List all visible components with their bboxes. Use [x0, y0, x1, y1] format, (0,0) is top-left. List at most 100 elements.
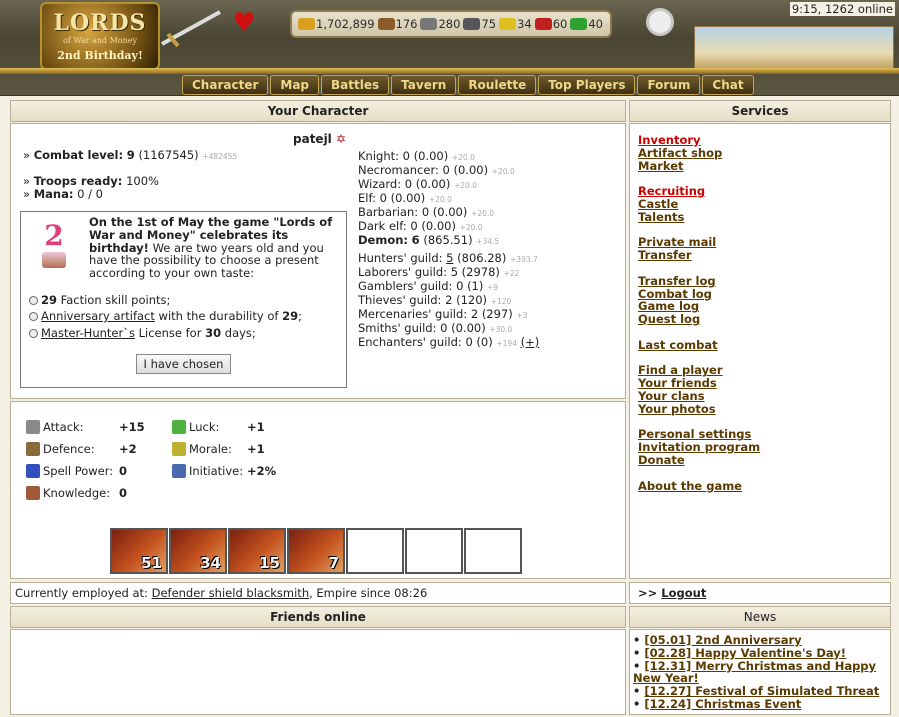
faction-row: Barbarian: 0 (0.00) +20.0	[358, 206, 515, 220]
i-have-chosen-button[interactable]: I have chosen	[136, 354, 231, 374]
army-unit-slot[interactable]: 7	[287, 528, 345, 574]
ore-icon	[420, 18, 438, 30]
faction-name: Necromancer:	[358, 163, 439, 177]
faction-name: Demon:	[358, 233, 409, 247]
resource-value: 280	[438, 17, 461, 31]
friends-online-panel	[10, 629, 626, 715]
service-link-transfer[interactable]: Transfer	[638, 249, 882, 262]
service-link-donate[interactable]: Donate	[638, 454, 882, 467]
news-link[interactable]: [12.31] Merry Christmas and Happy New Ye…	[633, 659, 876, 686]
logout-link[interactable]: Logout	[661, 586, 706, 600]
nav-top-players[interactable]: Top Players	[538, 75, 636, 95]
service-link-last-combat[interactable]: Last combat	[638, 338, 882, 352]
army-empty-slot	[405, 528, 463, 574]
service-link-artifact-shop[interactable]: Artifact shop	[638, 146, 882, 160]
main-nav: Character Map Battles Tavern Roulette Top Pla…	[182, 75, 754, 95]
radio-button[interactable]	[29, 329, 38, 338]
resource-item: 40	[570, 17, 603, 31]
service-link-transfer-log[interactable]: Transfer log	[638, 274, 882, 288]
enchant-add-link[interactable]: (+)	[521, 335, 540, 349]
ring-icon[interactable]	[646, 8, 674, 36]
service-link-about-the-game[interactable]: About the game	[638, 479, 882, 493]
nav-roulette[interactable]: Roulette	[458, 75, 537, 95]
gems-icon	[570, 18, 588, 30]
faction-name: Wizard:	[358, 177, 402, 191]
logo-birthday: 2nd Birthday!	[57, 49, 143, 62]
resource-item: 34	[499, 17, 532, 31]
character-name[interactable]: patejl	[293, 132, 332, 146]
guild-list: Hunters' guild: 5 (806.28) +393.7 Laborer…	[358, 252, 539, 350]
nav-tavern[interactable]: Tavern	[391, 75, 457, 95]
crystal-icon	[534, 18, 552, 30]
nav-map[interactable]: Map	[270, 75, 320, 95]
mercury-icon	[463, 18, 481, 30]
stat-value: +1	[247, 442, 265, 456]
service-link-inventory[interactable]: Inventory	[638, 134, 882, 147]
faction-value: 0 (0.00)	[404, 177, 451, 191]
faction-next: +20.0	[491, 167, 515, 176]
combat-level-label: Combat level:	[33, 148, 124, 162]
nav-character[interactable]: Character	[182, 75, 269, 95]
present-option-1[interactable]: 29 Faction skill points;	[29, 294, 170, 307]
guild-row: Enchanters' guild: 0 (0) +194 (+)	[358, 336, 539, 350]
employment-tail: , Empire since 08:26	[309, 586, 428, 600]
guild-name: Enchanters' guild:	[358, 335, 462, 349]
server-time-online: 9:15, 1262 online	[789, 2, 895, 16]
service-link-market[interactable]: Market	[638, 159, 882, 173]
guild-exp: (297)	[481, 307, 513, 321]
heart-icon[interactable]: ♥	[230, 10, 258, 36]
faction-row: Elf: 0 (0.00) +20.0	[358, 192, 515, 206]
news-link[interactable]: [12.24] Christmas Event	[644, 697, 801, 711]
service-link-invitation-program[interactable]: Invitation program	[638, 441, 882, 454]
army-unit-slot[interactable]: 34	[169, 528, 227, 574]
service-link-talents[interactable]: Talents	[638, 210, 882, 224]
guild-next: +393.7	[510, 255, 538, 264]
army-empty-slot	[464, 528, 522, 574]
stat-defence: Defence: +2	[26, 442, 137, 456]
option-value: 29	[282, 309, 299, 323]
guild-row: Laborers' guild: 5 (2978) +22	[358, 266, 539, 280]
combat-next: +482455	[202, 152, 238, 161]
unit-count: 51	[141, 554, 162, 572]
employment-label: Currently employed at:	[15, 586, 148, 600]
resource-item: 176	[377, 17, 417, 31]
guild-level[interactable]: 5	[446, 251, 453, 265]
faction-next: +20.0	[451, 153, 475, 162]
resource-value: 60	[552, 17, 568, 31]
troops-value: 100%	[126, 174, 159, 188]
anniversary-artifact-link[interactable]: Anniversary artifact	[41, 309, 155, 323]
present-option-3[interactable]: Master-Hunter`s License for 30 days;	[29, 327, 256, 340]
radio-button[interactable]	[29, 312, 38, 321]
service-link-quest-log[interactable]: Quest log	[638, 313, 882, 326]
news-panel: • [05.01] 2nd Anniversary • [02.28] Happy…	[629, 629, 891, 715]
defence-icon	[26, 442, 40, 456]
birthday-cake-icon: 2	[39, 222, 69, 274]
city-banner	[694, 26, 894, 72]
birthday-present-box: 2 On the 1st of May the game "Lords of W…	[20, 211, 347, 388]
option-text: License for	[134, 326, 206, 340]
service-link-your-clans[interactable]: Your clans	[638, 390, 882, 403]
bullet-icon: •	[633, 696, 645, 711]
nav-battles[interactable]: Battles	[321, 75, 390, 95]
attack-icon	[26, 420, 40, 434]
stat-spell-power: Spell Power: 0	[26, 464, 127, 478]
faction-value: 0 (0.00)	[379, 191, 426, 205]
radio-button[interactable]	[29, 296, 38, 305]
master-hunter-link[interactable]: Master-Hunter`s	[41, 326, 135, 340]
nav-forum[interactable]: Forum	[637, 75, 701, 95]
resource-item: 1,702,899	[298, 17, 375, 31]
stat-label: Morale:	[189, 442, 232, 456]
stat-value: 0	[119, 486, 128, 500]
faction-next: +20.0	[428, 195, 452, 204]
army-unit-slot[interactable]: 15	[228, 528, 286, 574]
employer-link[interactable]: Defender shield blacksmith	[152, 586, 310, 600]
present-option-2[interactable]: Anniversary artifact with the durability…	[29, 310, 302, 323]
nav-chat[interactable]: Chat	[702, 75, 754, 95]
army-unit-slot[interactable]: 51	[110, 528, 168, 574]
game-logo[interactable]: LORDS of War and Money 2nd Birthday!	[40, 2, 160, 70]
faction-next: +20.0	[453, 181, 477, 190]
service-link-your-photos[interactable]: Your photos	[638, 402, 882, 416]
service-link-castle[interactable]: Castle	[638, 198, 882, 211]
